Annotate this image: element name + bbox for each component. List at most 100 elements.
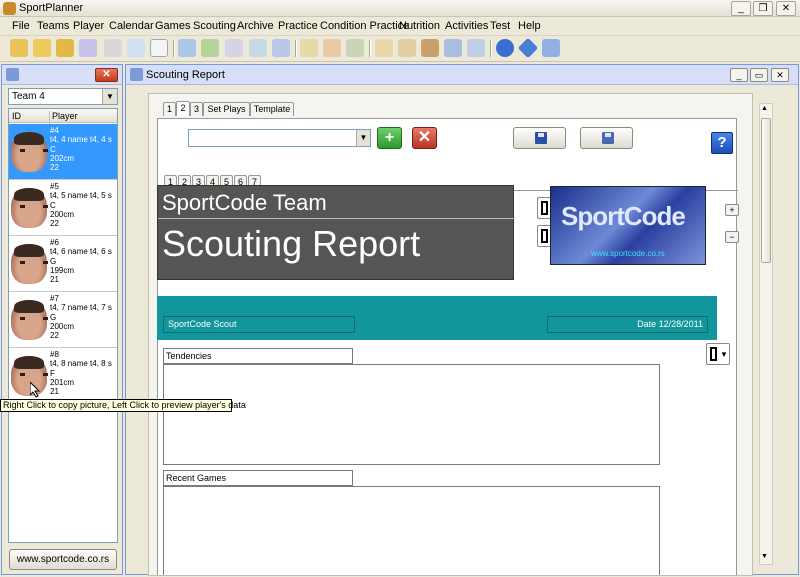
help-icon[interactable] xyxy=(496,39,514,57)
window-header: Scouting Report _ ▭ ✕ xyxy=(126,65,798,85)
tab-set-plays[interactable]: Set Plays xyxy=(203,102,250,116)
chevron-down-icon[interactable]: ▼ xyxy=(102,89,117,104)
report-canvas: 1 2 3 Set Plays Template ▼ + ✕ ? 1 2 3 4… xyxy=(148,93,753,576)
folder-icon[interactable] xyxy=(33,39,51,57)
section-style-select[interactable]: ▼ xyxy=(706,343,730,365)
menu-archive[interactable]: Archive xyxy=(237,20,274,32)
diagram-icon[interactable] xyxy=(249,39,267,57)
toolbar xyxy=(0,36,800,62)
player-height: 200cm xyxy=(50,321,75,331)
player-photo[interactable] xyxy=(11,356,48,396)
scouting-report-window: Scouting Report _ ▭ ✕ 1 2 3 Set Plays Te… xyxy=(125,64,799,576)
open-folder-icon[interactable] xyxy=(10,39,28,57)
folder-icon[interactable] xyxy=(56,39,74,57)
player-list[interactable]: ID Player #4 t4, 4 name t4, 4 s C 202cm 22 #5… xyxy=(8,108,118,543)
menu-test[interactable]: Test xyxy=(490,20,510,32)
minimize-button[interactable]: _ xyxy=(731,1,751,16)
tab-1[interactable]: 1 xyxy=(163,102,176,116)
tendencies-label[interactable]: Tendencies xyxy=(163,348,353,364)
website-button[interactable]: www.sportcode.co.rs xyxy=(9,549,117,570)
player-info: #6 t4, 6 name t4, 6 s G 199cm 21 xyxy=(50,238,116,284)
scrollbar-thumb[interactable] xyxy=(761,118,771,263)
player-info: #5 t4, 5 name t4, 5 s C 200cm 22 xyxy=(50,182,116,228)
calendar-icon[interactable] xyxy=(225,39,243,57)
preview-icon[interactable] xyxy=(127,39,145,57)
table-icon[interactable] xyxy=(201,39,219,57)
recent-games-label[interactable]: Recent Games xyxy=(163,470,353,486)
restore-button[interactable]: ❐ xyxy=(753,1,773,16)
menu-teams[interactable]: Teams xyxy=(37,20,69,32)
scout-field[interactable]: SportCode Scout xyxy=(163,316,355,333)
player-row[interactable]: #5 t4, 5 name t4, 5 s C 200cm 22 xyxy=(9,180,117,236)
field-icon[interactable] xyxy=(421,39,439,57)
player-photo[interactable] xyxy=(11,300,48,340)
report-select[interactable]: ▼ xyxy=(188,129,371,147)
player-row[interactable]: #8 t4, 8 name t4, 8 s F 201cm 21 xyxy=(9,348,117,404)
save-button[interactable] xyxy=(513,127,566,149)
tendencies-textarea[interactable] xyxy=(163,364,660,465)
scroll-up-icon[interactable]: ▲ xyxy=(761,105,768,112)
vertical-scrollbar[interactable]: ▲ ▼ xyxy=(759,103,773,565)
menu-activities[interactable]: Activities xyxy=(445,20,488,32)
menu-file[interactable]: File xyxy=(12,20,30,32)
zoom-in-button[interactable]: + xyxy=(725,204,739,216)
player-row[interactable]: #7 t4, 7 name t4, 7 s G 200cm 22 xyxy=(9,292,117,348)
filter-icon[interactable] xyxy=(444,39,462,57)
list-icon[interactable] xyxy=(375,39,393,57)
help-button[interactable]: ? xyxy=(711,132,733,154)
team-logo[interactable]: SportCode www.sportcode.co.rs xyxy=(550,186,706,265)
player-name: t4, 5 name t4, 5 s xyxy=(50,191,112,201)
player-position: F xyxy=(50,368,55,378)
player-id: #6 xyxy=(50,238,59,247)
menu-nutrition[interactable]: Nutrition xyxy=(399,20,440,32)
columns-icon[interactable] xyxy=(467,39,485,57)
window-restore-button[interactable]: ▭ xyxy=(750,68,768,82)
report-title-block: SportCode Team Scouting Report xyxy=(157,185,515,280)
date-field[interactable]: Date 12/28/2011 xyxy=(547,316,708,333)
zoom-out-button[interactable]: − xyxy=(725,231,739,243)
player-row[interactable]: #4 t4, 4 name t4, 4 s C 202cm 22 xyxy=(9,124,117,180)
team-select-value: Team 4 xyxy=(12,91,45,102)
notes-icon[interactable] xyxy=(398,39,416,57)
scroll-down-icon[interactable]: ▼ xyxy=(761,553,768,560)
tab-2[interactable]: 2 xyxy=(176,101,190,116)
document-icon[interactable] xyxy=(150,39,168,57)
player-row[interactable]: #6 t4, 6 name t4, 6 s G 199cm 21 xyxy=(9,236,117,292)
add-button[interactable]: + xyxy=(377,127,402,149)
menu-player[interactable]: Player xyxy=(73,20,104,32)
menu-games[interactable]: Games xyxy=(155,20,190,32)
recent-games-textarea[interactable] xyxy=(163,486,660,575)
team-select[interactable]: Team 4 ▼ xyxy=(8,88,118,105)
chevron-down-icon[interactable]: ▼ xyxy=(356,130,370,146)
close-button[interactable]: ✕ xyxy=(776,1,796,16)
menu-condition-practice[interactable]: Condition Practice xyxy=(320,20,409,32)
column-header-id[interactable]: ID xyxy=(12,111,21,121)
clipboard-icon[interactable] xyxy=(300,39,318,57)
player-photo[interactable] xyxy=(11,132,48,172)
player-photo[interactable] xyxy=(11,244,48,284)
edit-icon[interactable] xyxy=(79,39,97,57)
save-as-button[interactable] xyxy=(580,127,633,149)
column-header-player[interactable]: Player xyxy=(49,111,78,124)
strategy-icon[interactable] xyxy=(346,39,364,57)
tab-3[interactable]: 3 xyxy=(190,102,203,116)
grid-icon[interactable] xyxy=(272,39,290,57)
window-minimize-button[interactable]: _ xyxy=(730,68,748,82)
menu-practice[interactable]: Practice xyxy=(278,20,318,32)
team-name[interactable]: SportCode Team xyxy=(162,190,327,216)
tab-template[interactable]: Template xyxy=(250,102,294,116)
player-photo[interactable] xyxy=(11,188,48,228)
menu-scouting[interactable]: Scouting xyxy=(193,20,236,32)
delete-button[interactable]: ✕ xyxy=(412,127,437,149)
report-heading[interactable]: Scouting Report xyxy=(162,223,420,265)
clipboard-icon[interactable] xyxy=(323,39,341,57)
tools-icon[interactable] xyxy=(542,39,560,57)
window-icon xyxy=(130,68,143,81)
info-icon[interactable] xyxy=(517,37,539,59)
panel-close-button[interactable]: ✕ xyxy=(95,68,118,82)
menu-calendar[interactable]: Calendar xyxy=(109,20,154,32)
window-close-button[interactable]: ✕ xyxy=(771,68,789,82)
chart-icon[interactable] xyxy=(178,39,196,57)
print-icon[interactable] xyxy=(104,39,122,57)
menu-help[interactable]: Help xyxy=(518,20,541,32)
